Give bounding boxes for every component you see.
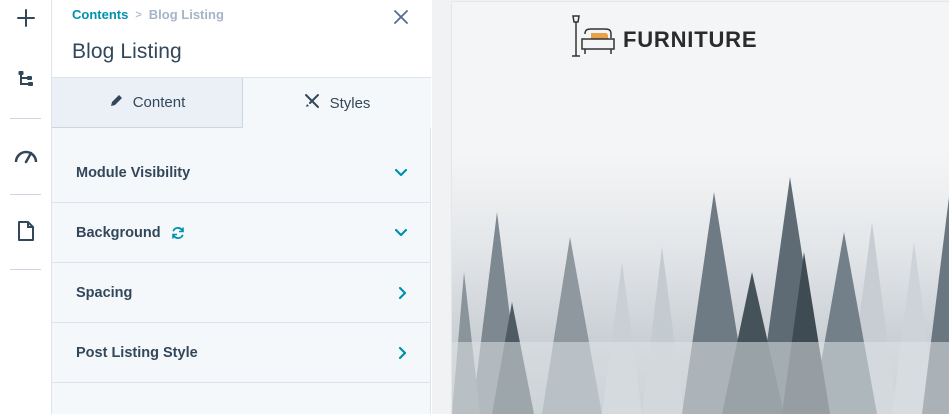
page-preview[interactable]: FURNITURE: [452, 2, 949, 414]
section-label: Spacing: [76, 284, 133, 301]
brush-icon: [304, 93, 320, 113]
panel-tabs: Content Styles: [52, 78, 431, 128]
rail-divider: [10, 194, 41, 195]
tab-content-label: Content: [132, 94, 186, 111]
site-logo[interactable]: FURNITURE: [567, 12, 757, 67]
breadcrumb-current: Blog Listing: [148, 7, 224, 22]
armchair-lamp-icon: [567, 12, 617, 67]
section-label: Post Listing Style: [76, 344, 198, 361]
section-module-visibility[interactable]: Module Visibility: [52, 143, 431, 203]
tree-structure-icon[interactable]: [0, 62, 52, 98]
breadcrumb: Contents > Blog Listing: [72, 7, 224, 22]
breadcrumb-separator: >: [135, 8, 142, 21]
plus-icon[interactable]: [0, 0, 52, 36]
section-post-listing-style[interactable]: Post Listing Style: [52, 323, 431, 383]
document-icon[interactable]: [0, 213, 52, 249]
tab-styles[interactable]: Styles: [243, 78, 431, 128]
section-label: Module Visibility: [76, 164, 191, 181]
panel-header: Contents > Blog Listing Blog Listing: [52, 0, 431, 78]
rail-divider: [10, 118, 41, 119]
left-rail: [0, 0, 52, 414]
page-title: Blog Listing: [72, 40, 182, 63]
chevron-down-icon: [395, 168, 407, 177]
breadcrumb-contents-link[interactable]: Contents: [72, 7, 128, 22]
gauge-icon[interactable]: [0, 138, 52, 174]
section-background[interactable]: Background: [52, 203, 431, 263]
chevron-right-icon: [399, 346, 407, 359]
module-editor-panel: Contents > Blog Listing Blog Listing Con…: [52, 0, 431, 414]
tab-content[interactable]: Content: [52, 78, 243, 128]
close-button[interactable]: [390, 8, 412, 30]
rail-divider: [10, 269, 41, 270]
tab-styles-label: Styles: [329, 94, 371, 112]
forest-hero-image: [452, 152, 949, 414]
section-label: Background: [76, 224, 161, 241]
chevron-down-icon: [395, 228, 407, 237]
style-sections: Module Visibility Background Spacing Pos…: [52, 143, 431, 383]
logo-text: FURNITURE: [623, 26, 758, 52]
chevron-right-icon: [399, 286, 407, 299]
close-icon: [394, 9, 408, 29]
refresh-icon: [171, 226, 185, 240]
section-spacing[interactable]: Spacing: [52, 263, 431, 323]
pencil-icon: [109, 94, 123, 112]
